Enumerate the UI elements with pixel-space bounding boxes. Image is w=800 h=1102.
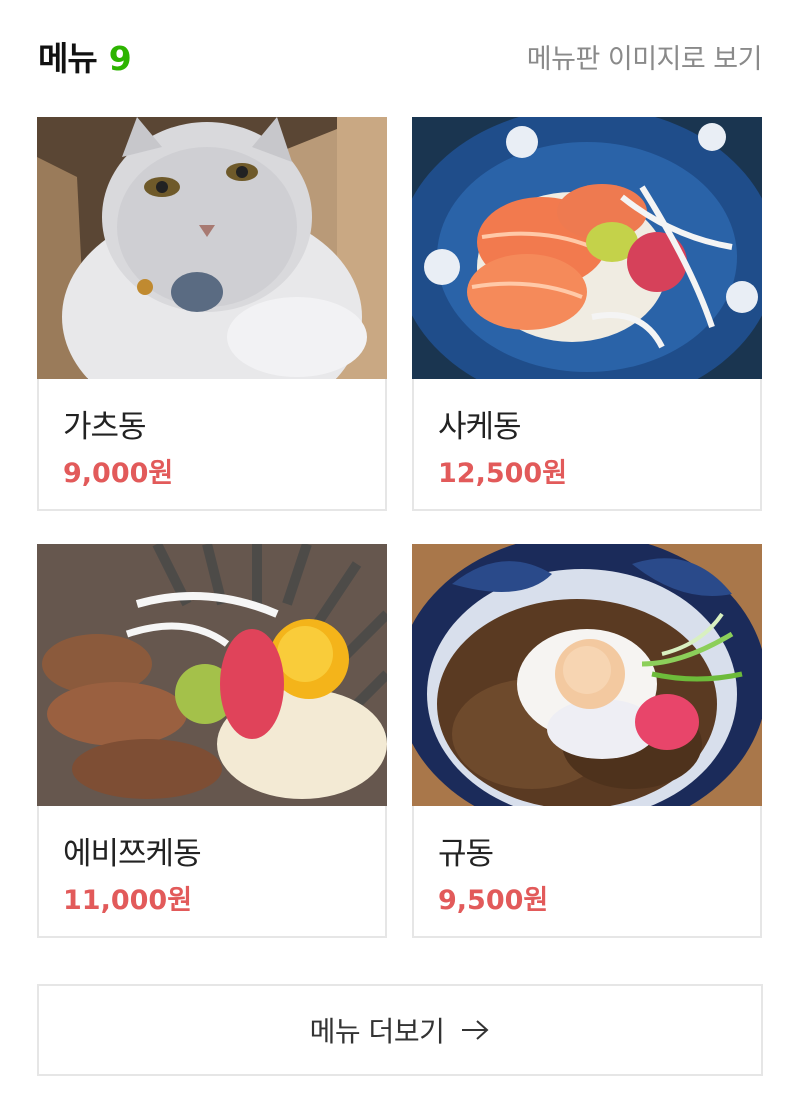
more-menu-button[interactable]: 메뉴 더보기	[37, 984, 763, 1076]
cat-in-box-photo	[37, 117, 387, 379]
beef-rice-bowl-photo	[412, 544, 762, 806]
menu-item-price: 11,000원	[63, 885, 193, 916]
menu-card[interactable]: 규동 9,500원	[412, 544, 762, 938]
view-menu-image-link[interactable]: 메뉴판 이미지로 보기	[527, 37, 763, 76]
arrow-right-icon	[460, 1018, 490, 1042]
menu-item-price: 9,000원	[63, 458, 174, 489]
menu-card[interactable]: 사케동 12,500원	[412, 117, 762, 511]
menu-count: 9	[108, 39, 132, 78]
salmon-rice-bowl-photo	[412, 117, 762, 379]
menu-item-price: 12,500원	[438, 458, 568, 489]
menu-item-name: 가츠동	[63, 409, 147, 445]
menu-item-name: 규동	[438, 836, 494, 872]
menu-item-name: 에비쯔케동	[63, 836, 202, 872]
menu-card[interactable]: 에비쯔케동 11,000원	[37, 544, 387, 938]
menu-title: 메뉴 9	[38, 32, 132, 80]
menu-title-label: 메뉴	[38, 39, 98, 78]
shrimp-rice-bowl-photo	[37, 544, 387, 806]
menu-item-price: 9,500원	[438, 885, 549, 916]
more-menu-label: 메뉴 더보기	[309, 1015, 445, 1048]
menu-card[interactable]: 가츠동 9,000원	[37, 117, 387, 511]
menu-header: 메뉴 9 메뉴판 이미지로 보기	[38, 30, 763, 82]
menu-item-name: 사케동	[438, 409, 522, 445]
